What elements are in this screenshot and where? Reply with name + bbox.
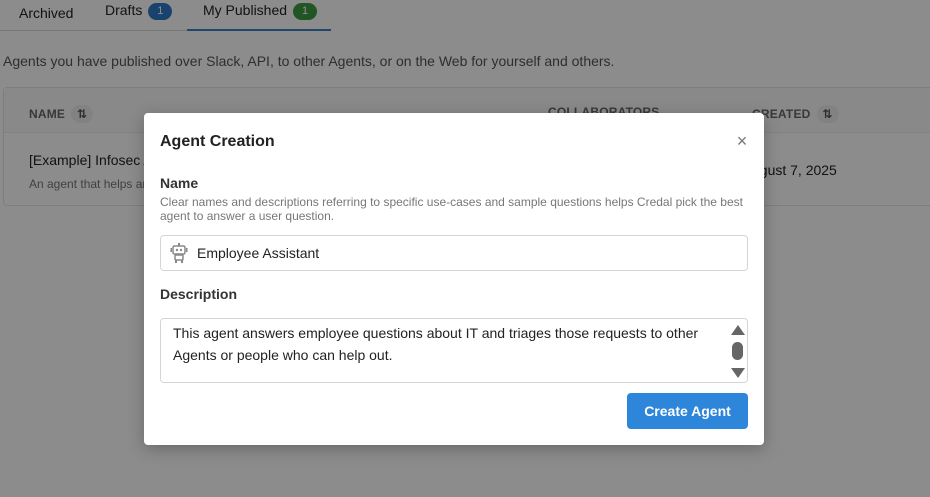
description-textarea[interactable]: This agent answers employee questions ab… bbox=[173, 322, 713, 366]
agent-creation-dialog: Agent Creation × Name Clear names and de… bbox=[144, 113, 764, 445]
description-field[interactable]: This agent answers employee questions ab… bbox=[160, 318, 748, 383]
close-icon[interactable]: × bbox=[732, 131, 752, 151]
scroll-down-arrow-icon[interactable] bbox=[731, 368, 745, 378]
scroll-thumb[interactable] bbox=[732, 342, 743, 360]
name-label: Name bbox=[160, 175, 199, 191]
agent-name-input[interactable] bbox=[197, 245, 737, 261]
create-agent-button[interactable]: Create Agent bbox=[627, 393, 748, 429]
dialog-title: Agent Creation bbox=[160, 133, 275, 150]
name-field[interactable] bbox=[160, 235, 748, 271]
robot-icon[interactable] bbox=[169, 242, 189, 264]
description-label: Description bbox=[160, 286, 238, 302]
description-scrollbar[interactable] bbox=[727, 319, 747, 382]
name-help-text: Clear names and descriptions referring t… bbox=[160, 195, 743, 223]
scroll-up-arrow-icon[interactable] bbox=[731, 325, 745, 335]
